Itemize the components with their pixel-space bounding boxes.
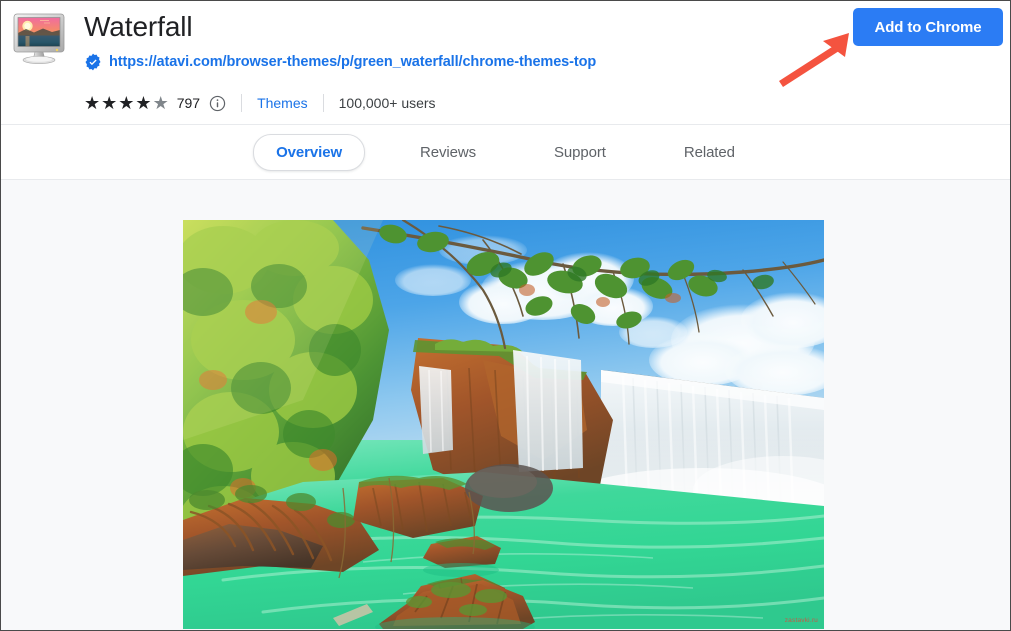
content-area: zastavki.ru <box>1 180 1010 630</box>
category-link-themes[interactable]: Themes <box>257 95 308 111</box>
extension-detail-page: Waterfall https://atavi.com/browser-them… <box>0 0 1011 631</box>
rating-stars: ★ ★ ★ ★ ★ <box>84 94 169 112</box>
monitor-sunset-icon <box>10 9 68 67</box>
user-count: 100,000+ users <box>338 95 436 111</box>
image-watermark: zastavki.ru <box>784 617 818 624</box>
url-row: https://atavi.com/browser-themes/p/green… <box>84 53 596 71</box>
tab-bar: Overview Reviews Support Related <box>1 125 1010 180</box>
tab-overview[interactable]: Overview <box>253 133 366 171</box>
title-block: Waterfall <box>84 8 193 46</box>
verified-badge-icon <box>85 53 101 71</box>
star-filled-3: ★ <box>118 93 135 113</box>
tab-reviews[interactable]: Reviews <box>397 134 499 171</box>
star-empty-5: ★ <box>152 93 169 113</box>
tab-related[interactable]: Related <box>661 134 758 171</box>
red-pointer-arrow <box>779 33 849 87</box>
add-to-chrome-button[interactable]: Add to Chrome <box>853 8 1003 46</box>
info-icon[interactable] <box>209 95 226 112</box>
tab-support[interactable]: Support <box>531 134 629 171</box>
star-filled-1: ★ <box>84 93 101 113</box>
theme-preview-image[interactable]: zastavki.ru <box>183 220 824 629</box>
page-title: Waterfall <box>84 11 193 42</box>
page-header: Waterfall https://atavi.com/browser-them… <box>1 1 1010 125</box>
meta-divider-1 <box>241 94 243 112</box>
star-filled-4: ★ <box>135 93 152 113</box>
meta-divider-2 <box>322 94 324 112</box>
extension-url-link[interactable]: https://atavi.com/browser-themes/p/green… <box>109 54 596 70</box>
rating-count: 797 <box>176 95 201 111</box>
star-filled-2: ★ <box>101 93 118 113</box>
meta-row: ★ ★ ★ ★ ★ 797 Themes 100,000+ users <box>84 92 436 114</box>
